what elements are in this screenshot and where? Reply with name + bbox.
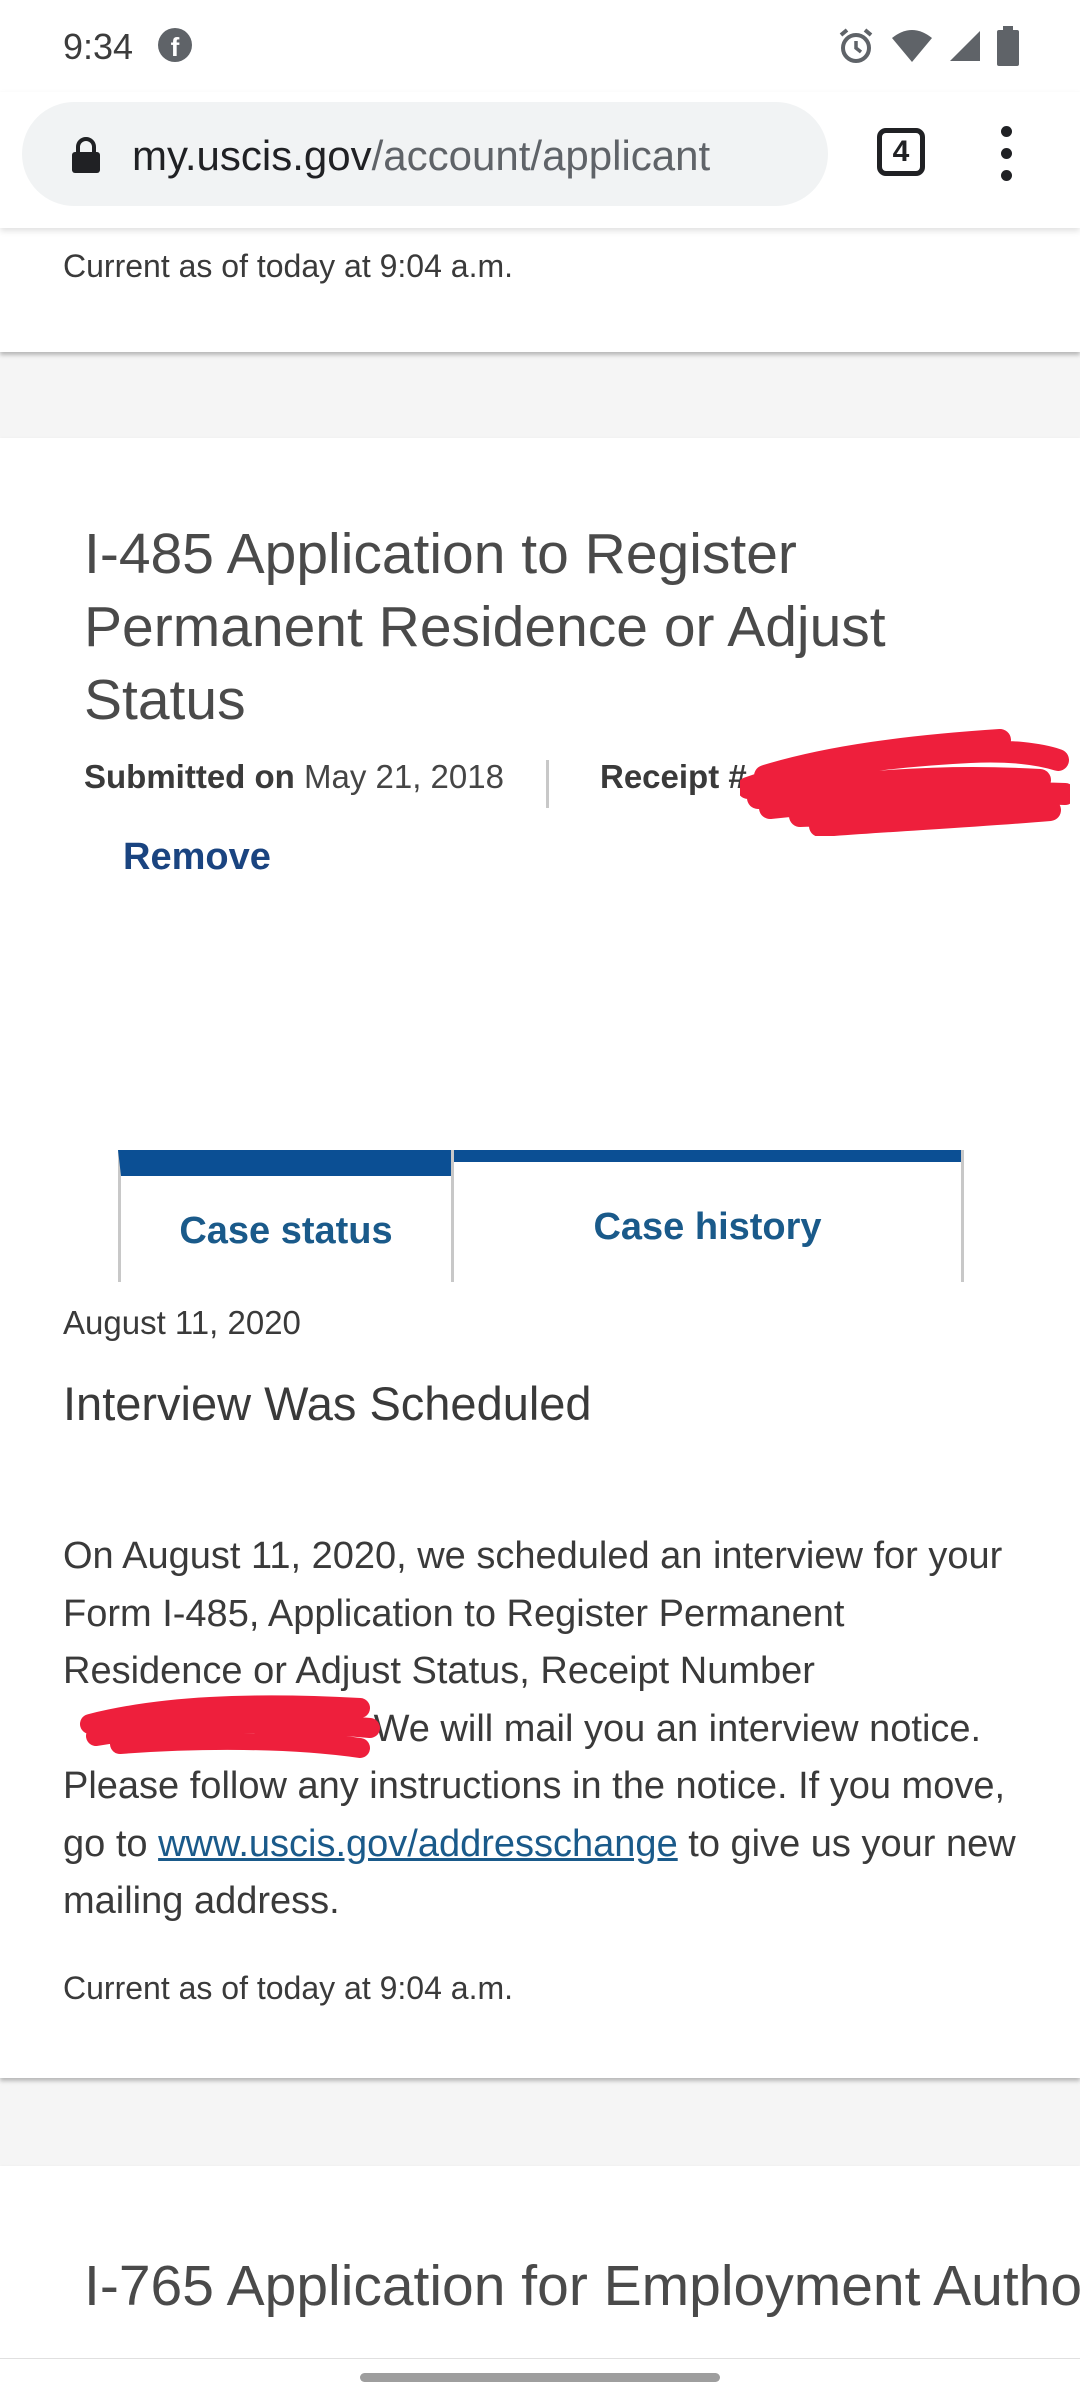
browser-toolbar: my.uscis.gov/account/applicant 4	[0, 92, 1080, 228]
address-change-link[interactable]: www.uscis.gov/addresschange	[158, 1823, 678, 1865]
signal-icon	[950, 31, 980, 61]
more-menu-icon[interactable]	[996, 126, 1016, 182]
url-text[interactable]: my.uscis.gov/account/applicant	[132, 132, 710, 180]
next-case-title: I-765 Application for Employment Authori…	[84, 2254, 1080, 2318]
status-icons	[836, 26, 1020, 66]
wifi-icon	[892, 30, 932, 62]
submitted-date: May 21, 2018	[303, 758, 504, 795]
url-domain: my.uscis.gov	[132, 132, 372, 179]
home-gesture-handle[interactable]	[360, 2373, 720, 2382]
remove-case-link[interactable]: Remove	[123, 836, 271, 879]
case-title: I-485 Application to Register Permanent …	[84, 522, 886, 732]
tab-switcher-button[interactable]: 4	[877, 128, 925, 176]
tab-case-status[interactable]: Case status	[118, 1150, 454, 1282]
previous-case-card: Current as of today at 9:04 a.m.	[0, 228, 1080, 352]
receipt-label: Receipt #	[600, 758, 747, 795]
status-heading: Interview Was Scheduled	[63, 1377, 592, 1430]
meta-divider	[546, 760, 549, 808]
facebook-icon: f	[158, 28, 192, 62]
battery-icon	[997, 26, 1019, 66]
last-updated-text: Current as of today at 9:04 a.m.	[63, 248, 514, 284]
status-time: 9:34	[63, 26, 134, 67]
alarm-icon	[839, 28, 873, 63]
address-bar[interactable]: my.uscis.gov/account/applicant	[22, 102, 828, 206]
receipt-redaction-scribble	[740, 729, 1070, 836]
status-date: August 11, 2020	[63, 1304, 301, 1341]
lock-icon	[72, 137, 100, 173]
status-bar: 9:34 f	[0, 0, 1080, 92]
submitted-info: Submitted on May 21, 2018	[84, 758, 504, 796]
case-card: I-485 Application to Register Permanent …	[0, 438, 1080, 2078]
tab-case-history[interactable]: Case history	[451, 1150, 964, 1282]
url-path: /account/applicant	[371, 132, 711, 179]
case-tabs: Case status Case history	[118, 1150, 964, 1282]
status-text-part-1: On August 11, 2020, we scheduled an inte…	[63, 1535, 1003, 1692]
submitted-label: Submitted on	[84, 758, 295, 795]
gesture-nav-bar	[0, 2358, 1080, 2400]
receipt-number-redaction-scribble	[80, 1695, 380, 1758]
screen: 9:34 f my.uscis.gov/account/applicant 4 …	[0, 0, 1080, 2400]
case-last-updated: Current as of today at 9:04 a.m.	[63, 1970, 514, 2006]
